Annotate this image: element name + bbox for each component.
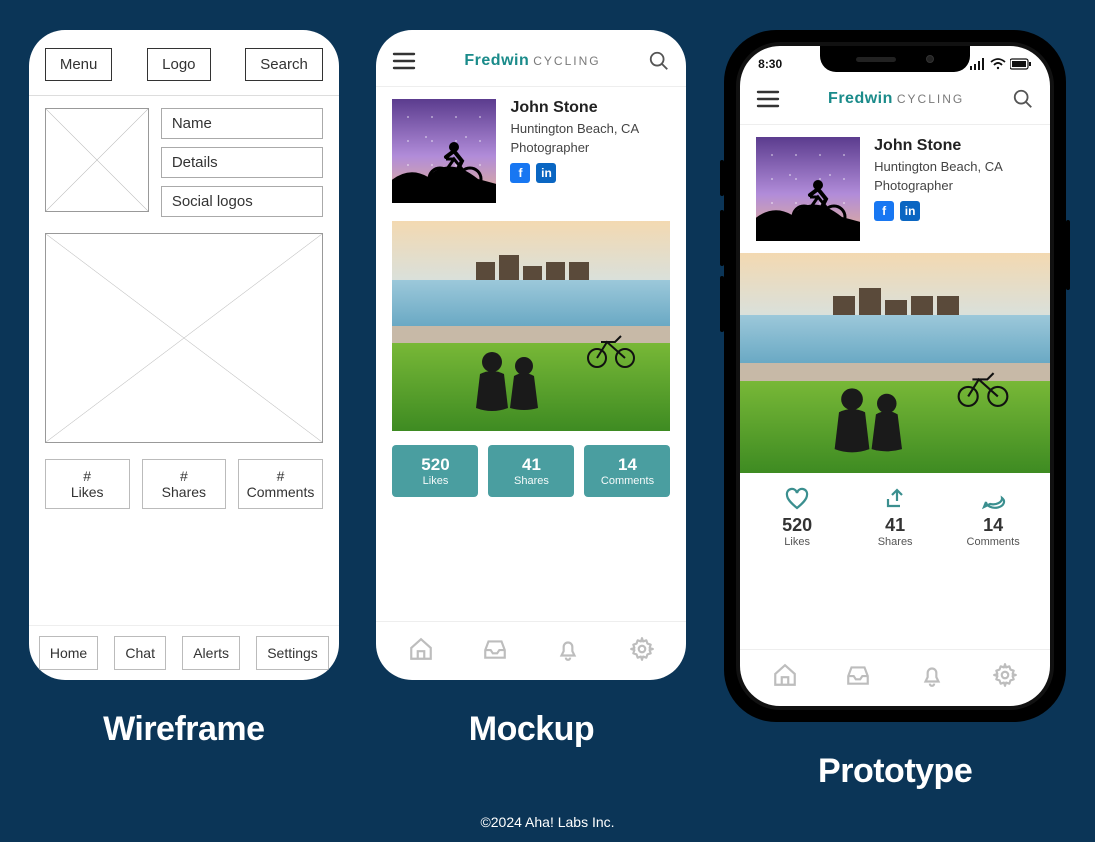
comment-icon [944, 487, 1042, 511]
profile-location: Huntington Beach, CA [874, 159, 1003, 174]
comments-label: Comments [588, 475, 666, 487]
linkedin-icon[interactable]: in [536, 163, 556, 183]
avatar-placeholder [45, 108, 149, 212]
profile-role: Photographer [874, 178, 1003, 193]
likes-label: Likes [748, 536, 846, 548]
menu-icon[interactable] [392, 51, 416, 71]
device-frame: 8:30 [724, 30, 1066, 722]
brand-logo[interactable]: Fredwin CYCLING [828, 90, 964, 108]
search-icon[interactable] [1012, 88, 1034, 110]
comments-label: Comments [944, 536, 1042, 548]
comments-value: 14 [944, 515, 1042, 536]
profile-name: John Stone [874, 137, 1003, 155]
shares-stat[interactable]: 41 Shares [488, 445, 574, 497]
facebook-icon[interactable]: f [510, 163, 530, 183]
comments-label: Comments [243, 484, 318, 500]
wifi-icon [990, 58, 1006, 70]
post-photo[interactable] [740, 253, 1050, 473]
comments-stat[interactable]: # Comments [238, 459, 323, 509]
signal-icon [970, 58, 986, 70]
heart-icon [748, 487, 846, 511]
battery-icon [1010, 58, 1032, 70]
post-photo[interactable] [392, 221, 670, 431]
shares-label: Shares [846, 536, 944, 548]
likes-label: Likes [396, 475, 474, 487]
device-side-button [720, 210, 724, 266]
inbox-icon[interactable] [482, 636, 508, 662]
gear-icon[interactable] [992, 662, 1018, 688]
share-icon [846, 487, 944, 511]
prototype-caption: Prototype [818, 752, 972, 791]
photo-placeholder [45, 233, 323, 443]
home-icon[interactable] [772, 662, 798, 688]
nav-home[interactable]: Home [39, 636, 98, 670]
avatar[interactable] [756, 137, 860, 241]
mockup-caption: Mockup [469, 710, 594, 749]
comments-stat[interactable]: 14 Comments [944, 487, 1042, 548]
menu-icon[interactable] [756, 89, 780, 109]
menu-button[interactable]: Menu [45, 48, 113, 81]
likes-symbol: # [50, 468, 125, 484]
bell-icon[interactable] [555, 636, 581, 662]
divider [376, 86, 686, 87]
footer-copyright: ©2024 Aha! Labs Inc. [0, 814, 1095, 830]
profile-name: John Stone [510, 99, 639, 117]
brand-part1: Fredwin [828, 90, 893, 107]
wireframe-caption: Wireframe [103, 710, 264, 749]
search-button[interactable]: Search [245, 48, 323, 81]
shares-symbol: # [147, 468, 222, 484]
nav-chat[interactable]: Chat [114, 636, 166, 670]
divider [29, 95, 339, 96]
shares-stat[interactable]: # Shares [142, 459, 227, 509]
brand-logo[interactable]: Fredwin CYCLING [464, 52, 600, 70]
comments-value: 14 [588, 455, 666, 475]
wireframe-screen: Menu Logo Search Name Details Social log… [29, 30, 339, 680]
name-field[interactable]: Name [161, 108, 323, 139]
likes-stat[interactable]: # Likes [45, 459, 130, 509]
details-field[interactable]: Details [161, 147, 323, 178]
prototype-screen: 8:30 [740, 46, 1050, 706]
profile-role: Photographer [510, 140, 639, 155]
gear-icon[interactable] [629, 636, 655, 662]
avatar[interactable] [392, 99, 496, 203]
inbox-icon[interactable] [845, 662, 871, 688]
comments-symbol: # [243, 468, 318, 484]
shares-label: Shares [492, 475, 570, 487]
divider [740, 124, 1050, 125]
shares-label: Shares [147, 484, 222, 500]
linkedin-icon[interactable]: in [900, 201, 920, 221]
status-time: 8:30 [758, 57, 782, 71]
shares-value: 41 [846, 515, 944, 536]
home-icon[interactable] [408, 636, 434, 662]
logo-button[interactable]: Logo [147, 48, 210, 81]
likes-label: Likes [50, 484, 125, 500]
facebook-icon[interactable]: f [874, 201, 894, 221]
device-side-button [1066, 220, 1070, 290]
likes-value: 520 [748, 515, 846, 536]
mockup-screen: Fredwin CYCLING [376, 30, 686, 680]
bell-icon[interactable] [919, 662, 945, 688]
device-side-button [720, 160, 724, 196]
shares-value: 41 [492, 455, 570, 475]
comments-stat[interactable]: 14 Comments [584, 445, 670, 497]
nav-alerts[interactable]: Alerts [182, 636, 240, 670]
likes-stat[interactable]: 520 Likes [392, 445, 478, 497]
shares-stat[interactable]: 41 Shares [846, 487, 944, 548]
profile-location: Huntington Beach, CA [510, 121, 639, 136]
brand-part2: CYCLING [897, 92, 964, 106]
likes-stat[interactable]: 520 Likes [748, 487, 846, 548]
device-notch [820, 46, 970, 72]
nav-settings[interactable]: Settings [256, 636, 329, 670]
social-logos-field[interactable]: Social logos [161, 186, 323, 217]
brand-part1: Fredwin [464, 52, 529, 69]
device-side-button [720, 276, 724, 332]
brand-part2: CYCLING [533, 54, 600, 68]
likes-value: 520 [396, 455, 474, 475]
search-icon[interactable] [648, 50, 670, 72]
